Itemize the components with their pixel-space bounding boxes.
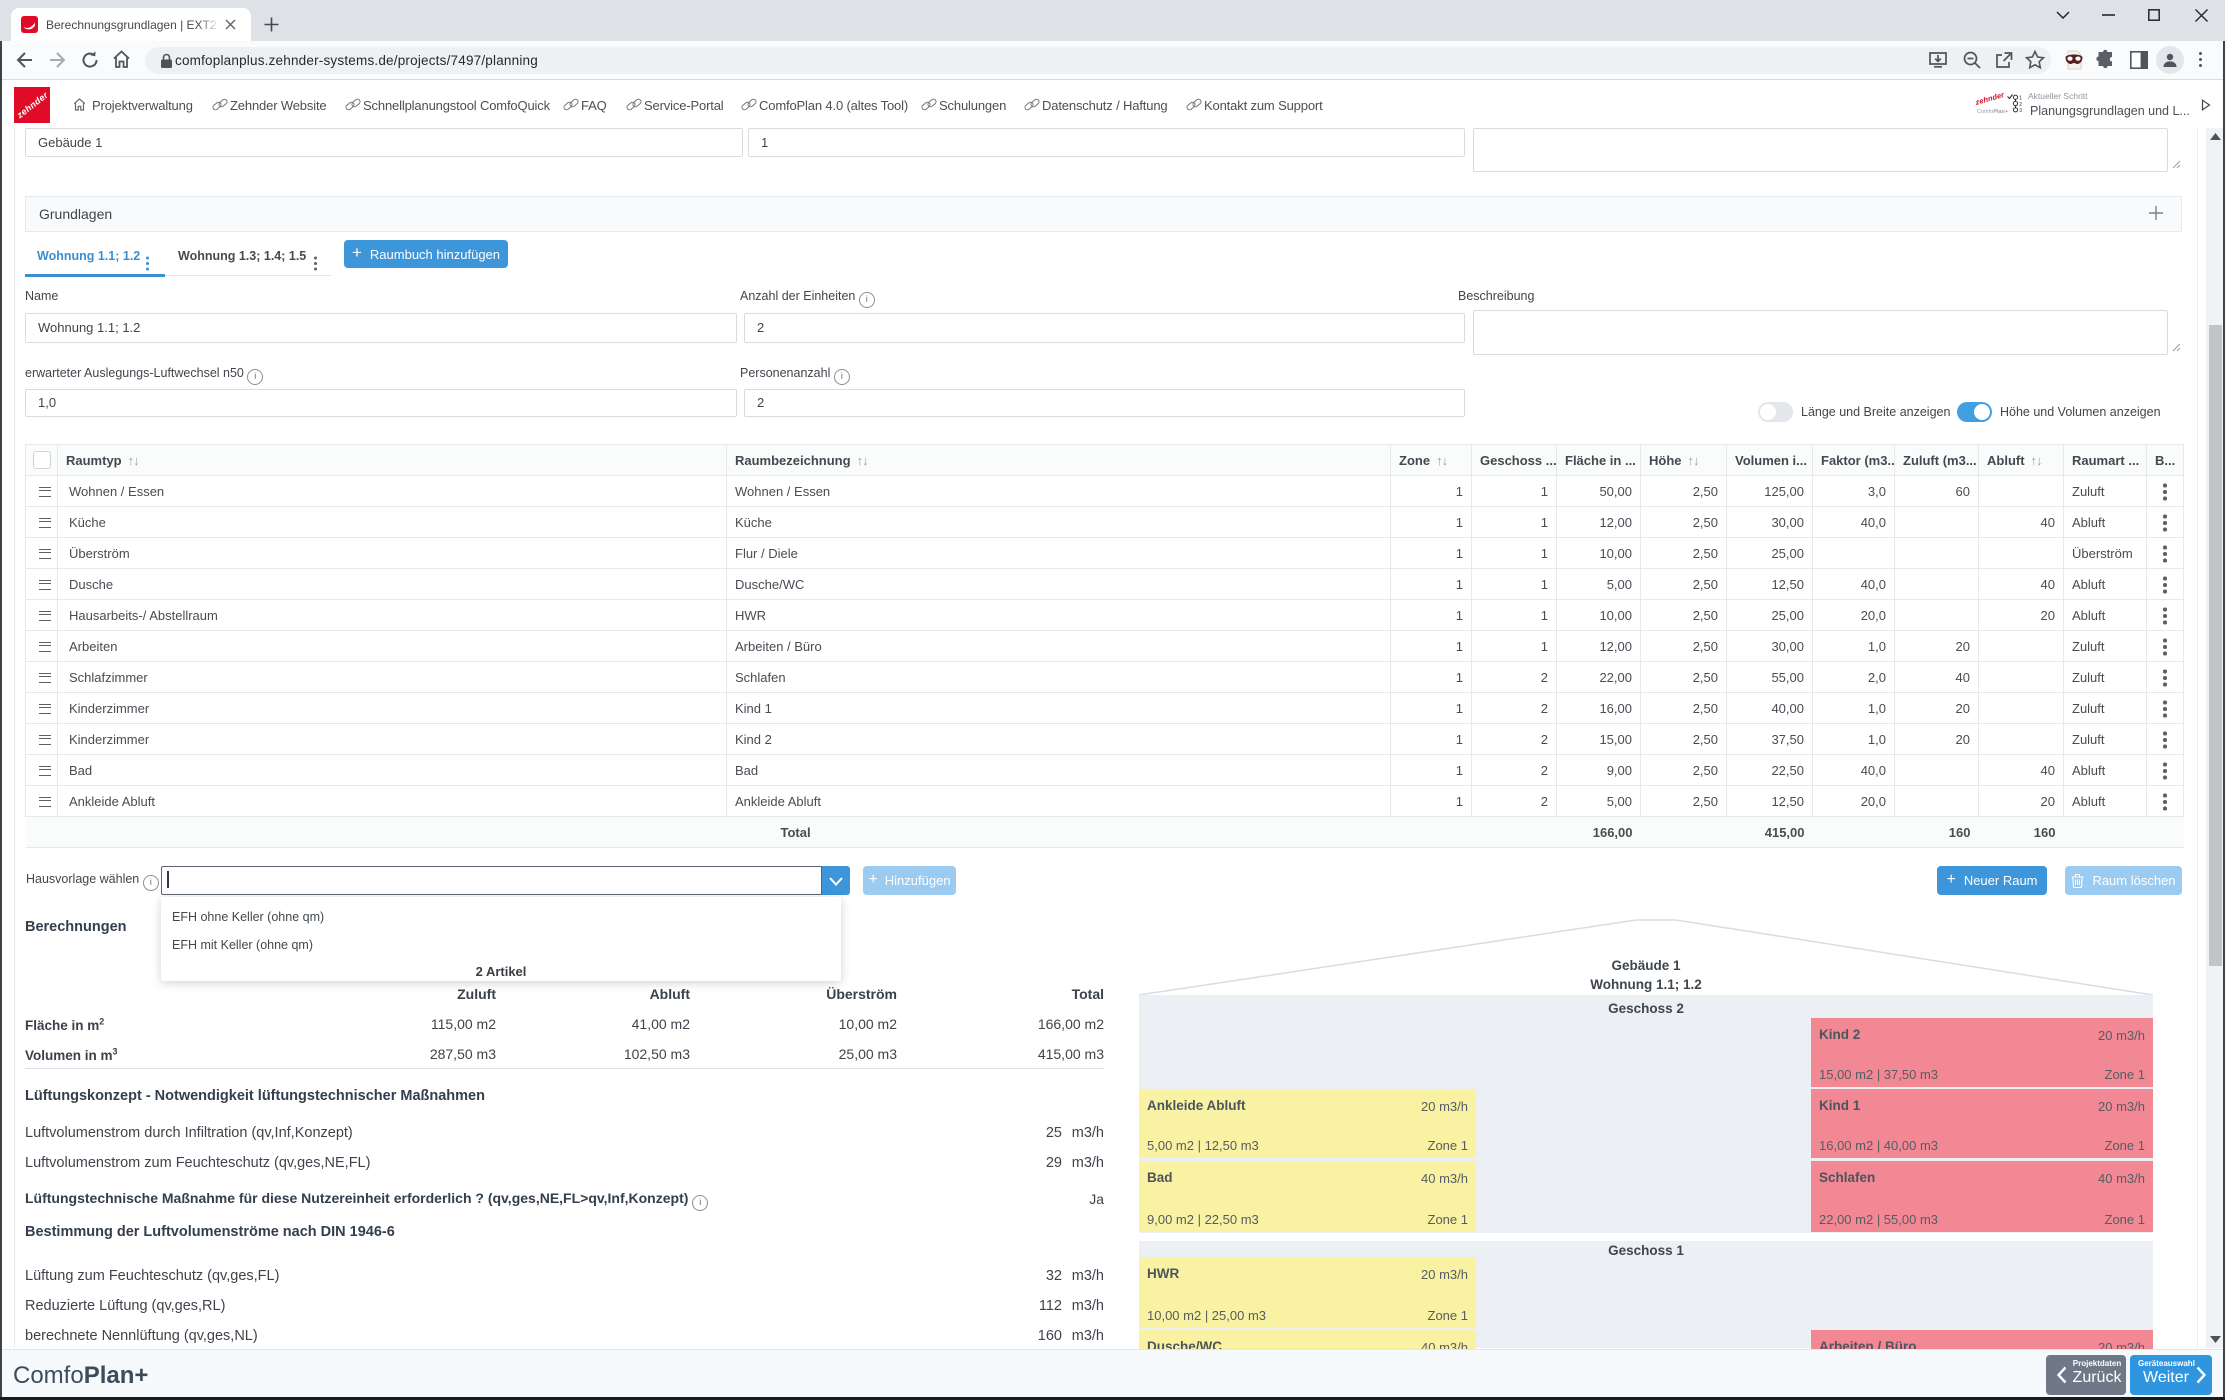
svg-text:1: 1 <box>2019 96 2022 102</box>
svg-text:2: 2 <box>2019 102 2022 108</box>
svg-text:3: 3 <box>2019 108 2022 114</box>
